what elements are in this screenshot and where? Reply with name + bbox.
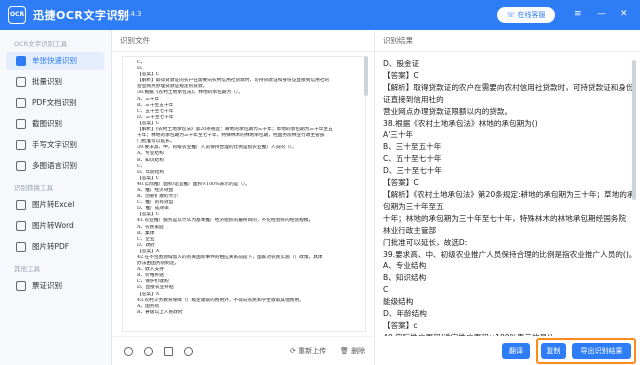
- word-icon: [16, 221, 26, 231]
- result-line: 38.根据《农村土地承包法》林地的承包期为(): [383, 118, 538, 128]
- reupload-button[interactable]: ⟳ 重新上传: [290, 346, 326, 356]
- source-file-header: 识别文件: [112, 30, 374, 52]
- result-line: 39.要求高、中、初级农业推广人员保持合理的比例是指农业推广人员的()。: [383, 249, 633, 259]
- menu-icon[interactable]: ≡: [574, 8, 582, 20]
- language-icon: [16, 161, 26, 171]
- result-line: A'三十年: [383, 130, 414, 140]
- sidebar-item-label: 票证识别: [32, 281, 62, 290]
- document-line: B、县级以上人民政府: [137, 309, 183, 315]
- result-line: 40.实际推广面积/适宜推广面积×100%表示的是(): [383, 332, 633, 336]
- screenshot-icon: [16, 119, 26, 129]
- close-icon[interactable]: ✕: [620, 8, 628, 20]
- sidebar-item-label: 手写文字识别: [32, 140, 77, 149]
- minimize-icon[interactable]: —: [597, 8, 606, 20]
- sidebar-section-other: 其他工具: [14, 265, 40, 273]
- result-line: 林业行政主管部: [383, 225, 437, 235]
- image-scan-icon: [16, 56, 26, 66]
- source-scrollbar[interactable]: [364, 56, 368, 96]
- sidebar-item-image-pdf[interactable]: 图片转PDF: [6, 238, 104, 256]
- result-line: 【解析】《农村土地承包法》第20条规定:耕地的承包期为三十年；草地的承: [383, 189, 633, 199]
- pdf-icon: [16, 98, 26, 108]
- app-logo-icon: OCR: [8, 6, 26, 24]
- result-scrollbar[interactable]: [632, 60, 636, 200]
- handwriting-icon: [16, 140, 26, 150]
- online-service-button[interactable]: ☏ 在线客服: [497, 7, 555, 23]
- sidebar-item-multilang[interactable]: 多图语言识别: [6, 157, 104, 175]
- sidebar-item-label: 多图语言识别: [32, 161, 77, 170]
- headset-icon: ☏: [506, 11, 516, 19]
- result-line: C: [383, 285, 389, 295]
- result-text[interactable]: D、股金证【答案】C 【解析】取得贷款证的农户在需要向农村信用社贷款时，可持贷款证…: [383, 58, 633, 336]
- result-header: 识别结果: [375, 30, 640, 52]
- sidebar-section-ocr: OCR文字识别工具: [14, 40, 68, 48]
- export-result-button[interactable]: 导出识别结果: [572, 343, 631, 359]
- result-text-area[interactable]: D、股金证【答案】C 【解析】取得贷款证的农户在需要向农村信用社贷款时，可持贷款证…: [375, 52, 640, 336]
- source-file-panel[interactable]: C、 D、 【答案】C 【解析】取得贷款证的农户在需要向农村信用社贷款时，可持贷款证和…: [112, 52, 374, 336]
- batch-icon: [16, 77, 26, 87]
- sidebar-section-convert: 识别转换工具: [14, 184, 53, 192]
- sidebar-item-excel[interactable]: 图片转Excel: [6, 196, 104, 214]
- sidebar-item-pdf[interactable]: PDF文档识别: [6, 94, 104, 112]
- sidebar-item-label: 批量识别: [32, 77, 62, 86]
- source-toolbar: ⟳ 重新上传 🗑 删除: [112, 336, 374, 365]
- result-line: 【答案】c: [383, 320, 418, 330]
- result-line: D、三十至七十年: [383, 166, 443, 176]
- upload-icon: ⟳: [290, 347, 296, 355]
- result-line: 【答案】C: [383, 70, 419, 80]
- title-bar: OCR 迅捷OCR文字识别 v8.6.4.3 ☏ 在线客服 ≡ — ✕: [0, 0, 640, 30]
- result-line: D、股金证: [383, 59, 420, 68]
- sidebar-item-label: PDF文档识别: [32, 98, 77, 107]
- pdf-convert-icon: [16, 242, 26, 252]
- copy-button[interactable]: 复制: [541, 343, 566, 359]
- zoom-in-icon[interactable]: [124, 347, 133, 356]
- sidebar-item-label: 图片转Word: [32, 221, 74, 230]
- result-line: 营业网点办理贷款证限额以内的贷款。: [383, 106, 513, 116]
- zoom-out-icon[interactable]: [144, 347, 153, 356]
- translate-button[interactable]: 翻译: [502, 343, 530, 359]
- result-line: 证直接到信用社的: [383, 94, 444, 104]
- online-service-label: 在线客服: [517, 11, 546, 19]
- rotate-icon[interactable]: [184, 347, 193, 356]
- result-line: A、专业结构: [383, 261, 427, 271]
- sidebar-item-single-recognition[interactable]: 单张快速识别: [6, 52, 104, 70]
- sidebar-item-batch[interactable]: 批量识别: [6, 73, 104, 91]
- sidebar-item-label: 图片转Excel: [32, 200, 75, 209]
- delete-label: 删除: [351, 347, 366, 355]
- trash-icon: 🗑: [340, 347, 349, 355]
- delete-button[interactable]: 🗑 删除: [340, 346, 365, 356]
- sidebar-item-screenshot[interactable]: 截图识别: [6, 115, 104, 133]
- sidebar-item-label: 图片转PDF: [32, 242, 70, 251]
- result-line: 包期为三十年至五: [383, 201, 444, 211]
- fit-icon[interactable]: [164, 347, 173, 356]
- result-line: B、知识结构: [383, 273, 427, 283]
- result-line: 【答案】C: [383, 178, 419, 188]
- sidebar-item-label: 单张快速识别: [32, 56, 77, 65]
- result-line: 门批准可以延长，故选D:: [383, 237, 468, 247]
- sidebar-item-ticket[interactable]: 票证识别: [6, 277, 104, 295]
- sidebar-item-handwriting[interactable]: 手写文字识别: [6, 136, 104, 154]
- result-line: 十年；林地的承包期为三十年至七十年，特殊林木的林地承包期经国务院: [383, 213, 626, 223]
- result-line: C、五十至七十年: [383, 154, 442, 164]
- ticket-icon: [16, 281, 26, 291]
- result-line: 【解析】取得贷款证的农户在需要向农村信用社贷款时，可持贷款证和身份: [383, 82, 633, 92]
- app-version: v8.6.4.3: [113, 10, 142, 18]
- excel-icon: [16, 200, 26, 210]
- sidebar-item-word[interactable]: 图片转Word: [6, 217, 104, 235]
- result-line: 能级结构: [383, 297, 414, 307]
- result-line: D、年龄结构: [383, 309, 427, 319]
- document-image: C、 D、 【答案】C 【解析】取得贷款证的农户在需要向农村信用社贷款时，可持贷款证和…: [122, 56, 366, 332]
- sidebar-item-label: 截图识别: [32, 119, 62, 128]
- reupload-label: 重新上传: [298, 347, 327, 355]
- result-line: B、三十至五十年: [383, 142, 442, 152]
